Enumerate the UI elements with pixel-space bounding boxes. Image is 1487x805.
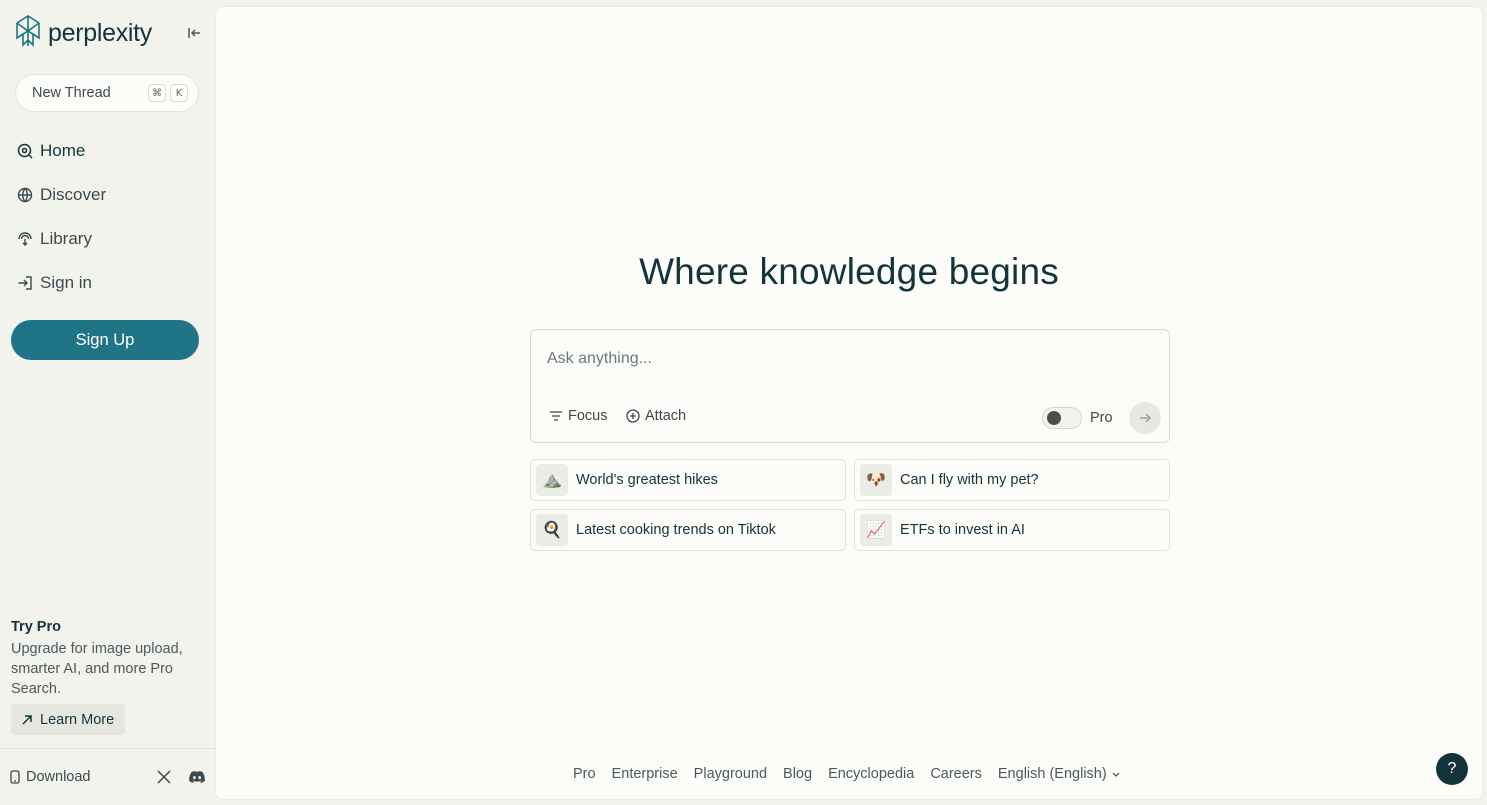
chevron-down-icon	[1112, 772, 1120, 777]
library-icon	[16, 230, 34, 248]
submit-button[interactable]	[1129, 402, 1161, 434]
footer-link-encyclopedia[interactable]: Encyclopedia	[828, 766, 914, 782]
learn-more-button[interactable]: Learn More	[11, 704, 125, 735]
collapse-sidebar-button[interactable]	[184, 23, 204, 43]
footer-link-playground[interactable]: Playground	[694, 766, 767, 782]
try-pro-panel: Try Pro Upgrade for image upload, smarte…	[11, 619, 206, 699]
sidebar-item-home[interactable]: Home	[16, 136, 206, 166]
sidebar-footer: Download	[0, 748, 215, 805]
footer-link-enterprise[interactable]: Enterprise	[612, 766, 678, 782]
suggestion-label: Latest cooking trends on Tiktok	[576, 522, 776, 538]
pro-toggle[interactable]	[1042, 407, 1082, 429]
sidebar-item-label: Sign in	[40, 273, 92, 292]
page-headline: Where knowledge begins	[639, 251, 1059, 292]
sidebar-item-library[interactable]: Library	[16, 224, 206, 254]
learn-more-label: Learn More	[40, 711, 115, 728]
new-thread-label: New Thread	[32, 85, 111, 101]
sign-up-button[interactable]: Sign Up	[11, 320, 199, 360]
suggestion-label: World's greatest hikes	[576, 472, 718, 488]
help-button[interactable]: ?	[1436, 753, 1468, 785]
focus-label: Focus	[568, 408, 608, 424]
filter-icon	[550, 411, 562, 421]
footer-link-pro[interactable]: Pro	[573, 766, 596, 782]
pro-label: Pro	[1090, 410, 1113, 426]
sign-in-icon	[16, 274, 34, 292]
main-panel: Where knowledge begins Focus Attach Pro …	[215, 6, 1483, 800]
search-input[interactable]	[547, 348, 1147, 370]
search-circle-icon	[16, 142, 34, 160]
logo[interactable]: perplexity	[14, 14, 152, 53]
suggestion-card[interactable]: 🐶 Can I fly with my pet?	[854, 459, 1170, 501]
search-box: Focus Attach Pro	[530, 329, 1170, 443]
collapse-left-icon	[188, 28, 200, 38]
app-root: perplexity New Thread ⌘ K Home Discover …	[0, 0, 1487, 805]
footer-links: Pro Enterprise Playground Blog Encyclope…	[573, 766, 1121, 782]
sidebar-item-sign-in[interactable]: Sign in	[16, 268, 206, 298]
try-pro-title: Try Pro	[11, 619, 61, 635]
sidebar: perplexity New Thread ⌘ K Home Discover …	[0, 0, 215, 805]
download-button[interactable]: Download	[10, 769, 157, 785]
suggestion-label: Can I fly with my pet?	[900, 472, 1039, 488]
footer-link-blog[interactable]: Blog	[783, 766, 812, 782]
phone-icon	[10, 770, 20, 784]
sidebar-item-label: Home	[40, 141, 86, 160]
suggestion-card[interactable]: ⛰️ World's greatest hikes	[530, 459, 846, 501]
attach-button[interactable]: Attach	[626, 408, 686, 424]
download-label: Download	[26, 769, 91, 785]
arrow-up-right-icon	[22, 714, 32, 725]
new-thread-button[interactable]: New Thread ⌘ K	[15, 74, 199, 112]
attach-label: Attach	[645, 408, 687, 424]
logo-text: perplexity	[48, 18, 152, 47]
footer-link-careers[interactable]: Careers	[930, 766, 982, 782]
try-pro-description: Upgrade for image upload, smarter AI, an…	[11, 641, 183, 697]
shortcut-k-key: K	[170, 84, 188, 102]
suggestion-card[interactable]: 📈 ETFs to invest in AI	[854, 509, 1170, 551]
frying-pan-icon: 🍳	[536, 514, 568, 546]
social-links	[157, 770, 205, 784]
sidebar-item-discover[interactable]: Discover	[16, 180, 206, 210]
sidebar-item-label: Discover	[40, 185, 107, 204]
dog-icon: 🐶	[860, 464, 892, 496]
mountain-icon: ⛰️	[536, 464, 568, 496]
sidebar-item-label: Library	[40, 229, 92, 248]
sidebar-nav: Home Discover Library Sign in	[16, 136, 206, 312]
toggle-knob	[1047, 411, 1061, 425]
language-select[interactable]: English (English)	[998, 766, 1121, 782]
language-label: English (English)	[997, 766, 1107, 782]
x-twitter-icon[interactable]	[157, 770, 171, 784]
suggestion-card[interactable]: 🍳 Latest cooking trends on Tiktok	[530, 509, 846, 551]
arrow-right-icon	[1140, 413, 1152, 423]
shortcut-cmd-key: ⌘	[148, 84, 166, 102]
suggestion-label: ETFs to invest in AI	[900, 522, 1025, 538]
perplexity-logo-icon	[14, 14, 42, 53]
globe-icon	[16, 186, 34, 204]
chart-up-icon: 📈	[860, 514, 892, 546]
plus-circle-icon	[626, 409, 640, 423]
discord-icon[interactable]	[189, 771, 205, 783]
focus-button[interactable]: Focus	[549, 408, 608, 424]
